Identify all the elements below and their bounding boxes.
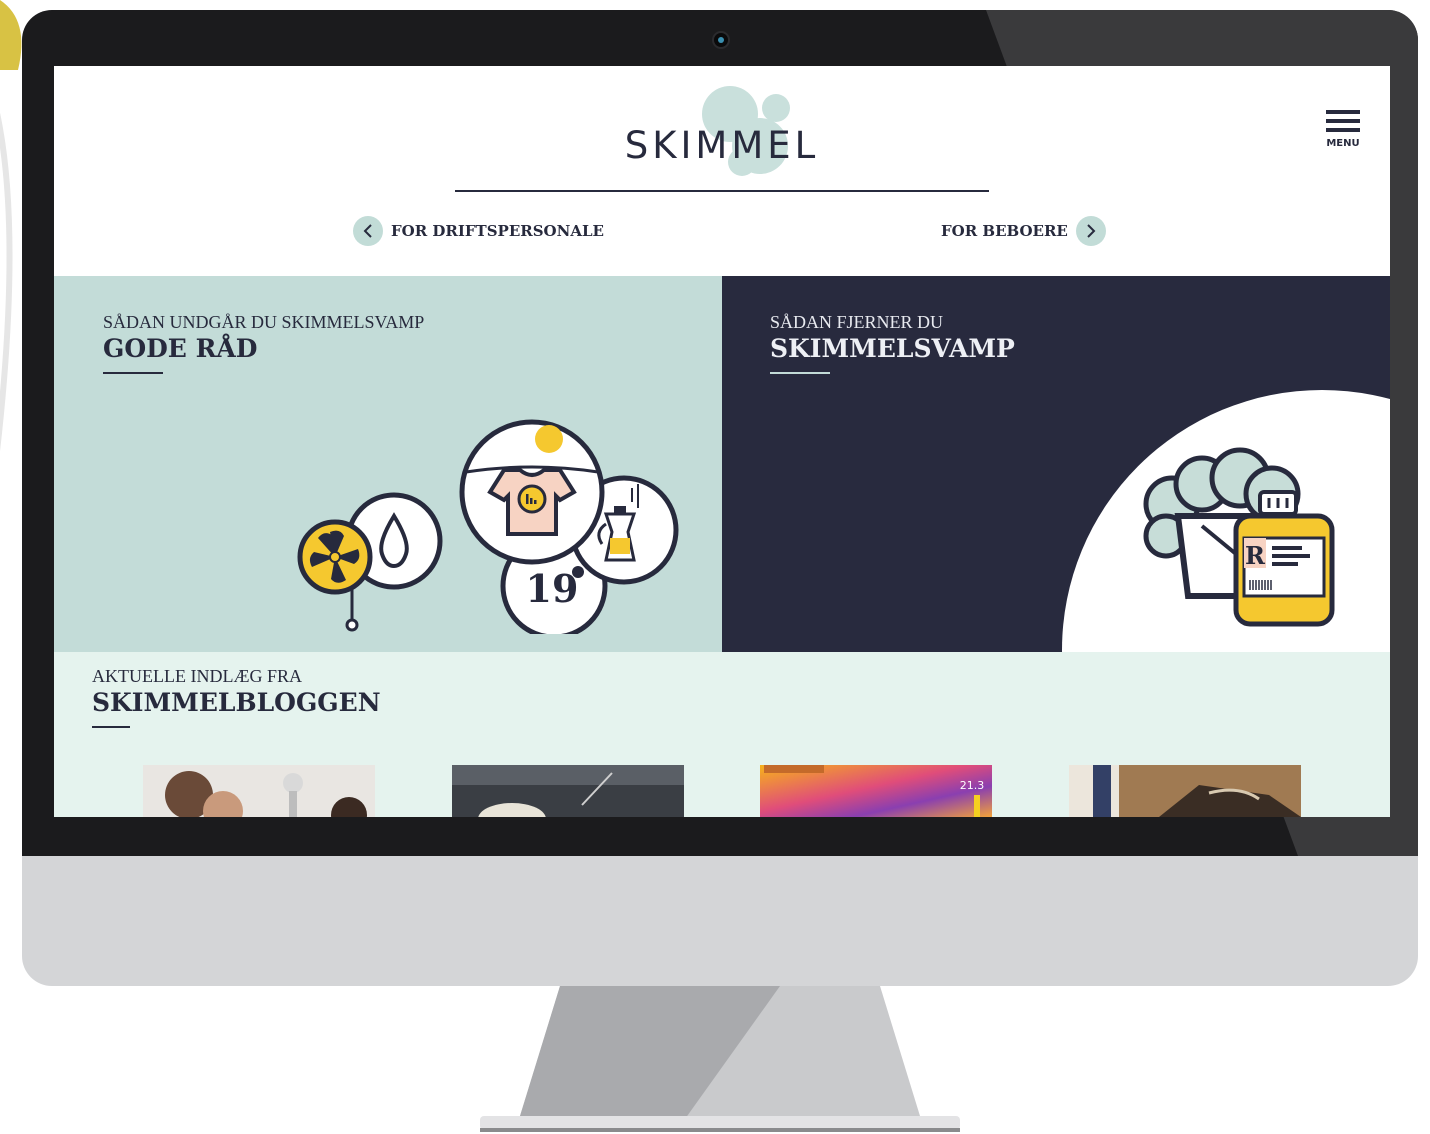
removal-kicker: SÅDAN FJERNER DU [770,312,944,332]
advice-kicker: SÅDAN UNDGÅR DU SKIMMELSVAMP [103,312,425,332]
removal-title: SKIMMELSVAMP [770,334,1015,363]
thermal-reading: 21.3 [960,779,985,792]
website-screen: SKIMMEL MENU FOR DRIFTSPERSONALE FOR BEB… [54,66,1390,817]
monitor-stand [480,986,960,1132]
advice-panel[interactable]: SÅDAN UNDGÅR DU SKIMMELSVAMP GODE RÅD 19 [54,276,722,652]
nav-prev-label: FOR DRIFTSPERSONALE [391,222,604,240]
advice-illustration: 19 [297,419,679,634]
hamburger-icon-bar [1326,128,1360,132]
menu-button[interactable]: MENU [1314,106,1372,156]
nav-for-beboere[interactable]: FOR BEBOERE [941,216,1106,246]
camera-icon [712,31,730,49]
site-header: SKIMMEL MENU FOR DRIFTSPERSONALE FOR BEB… [54,66,1390,276]
t-shirt-drying-icon [459,419,605,565]
blog-section: AKTUELLE INDLÆG FRA SKIMMELBLOGGEN 21.3 [54,652,1390,817]
hamburger-icon [1326,110,1360,114]
blog-post-thumbnail[interactable] [452,765,684,817]
blog-title-underline [92,726,130,728]
logo-wordmark: SKIMMEL [624,124,820,167]
nav-for-driftspersonale[interactable]: FOR DRIFTSPERSONALE [353,216,604,246]
chevron-right-icon [1075,216,1106,246]
cleaning-bucket-icon: R [1143,447,1335,627]
header-divider [455,190,989,192]
advice-title-underline [103,372,163,374]
blog-post-thumbnail[interactable]: 21.3 [760,765,992,817]
temperature-value: 19 [526,566,579,611]
fan-icon [297,519,373,595]
monitor-chin [22,856,1418,986]
svg-text:R: R [1245,541,1266,570]
chevron-left-icon [353,216,383,246]
removal-title-underline [770,372,830,374]
blog-kicker: AKTUELLE INDLÆG FRA [92,666,302,686]
blog-title: SKIMMELBLOGGEN [92,688,381,717]
blog-post-thumbnail[interactable] [1069,765,1301,817]
advice-title: GODE RÅD [103,334,258,363]
hamburger-icon-bar [1326,119,1360,123]
nav-next-label: FOR BEBOERE [941,222,1068,240]
blog-post-thumbnail[interactable] [143,765,375,817]
site-logo[interactable]: SKIMMEL [610,80,834,180]
menu-label: MENU [1326,138,1360,149]
removal-panel[interactable]: SÅDAN FJERNER DU SKIMMELSVAMP R [722,276,1390,652]
